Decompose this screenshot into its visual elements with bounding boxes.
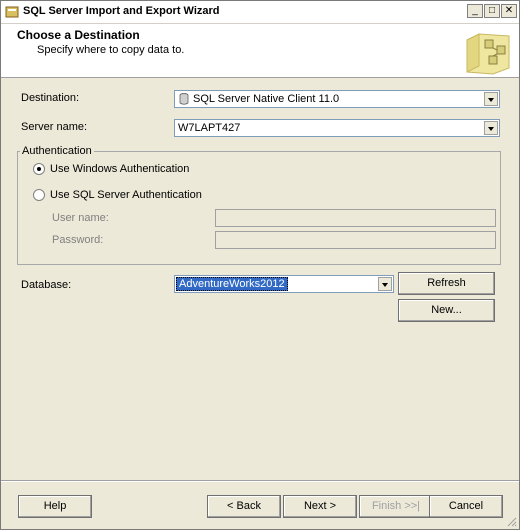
database-label: Database: — [21, 279, 72, 291]
close-button[interactable]: ✕ — [501, 4, 517, 18]
server-name-label: Server name: — [21, 121, 88, 133]
password-label: Password: — [52, 234, 104, 246]
window-title: SQL Server Import and Export Wizard — [23, 5, 220, 17]
new-database-button[interactable]: New... — [398, 299, 495, 322]
username-input — [215, 209, 496, 227]
database-icon — [179, 93, 189, 105]
database-value: AdventureWorks2012 — [176, 277, 288, 291]
wizard-folder-icon — [466, 33, 510, 75]
cancel-button[interactable]: Cancel — [429, 495, 503, 518]
wizard-footer: Help < Back Next > Finish >>| Cancel — [1, 482, 519, 529]
destination-dropdown-arrow-icon[interactable] — [484, 92, 498, 106]
content-area: Destination: SQL Server Native Client 11… — [1, 78, 519, 480]
title-bar[interactable]: SQL Server Import and Export Wizard _ □ … — [1, 1, 519, 24]
database-dropdown-arrow-icon[interactable] — [378, 277, 392, 291]
sql-auth-radio[interactable] — [33, 189, 45, 201]
help-button[interactable]: Help — [18, 495, 92, 518]
refresh-button[interactable]: Refresh — [398, 272, 495, 295]
destination-value: SQL Server Native Client 11.0 — [193, 93, 340, 105]
password-input — [215, 231, 496, 249]
resize-grip-icon[interactable] — [505, 515, 517, 527]
sql-auth-label[interactable]: Use SQL Server Authentication — [50, 189, 202, 201]
authentication-group-label: Authentication — [20, 145, 94, 157]
server-name-combo[interactable]: W7LAPT427 — [174, 119, 500, 137]
destination-label: Destination: — [21, 92, 80, 104]
wizard-header: Choose a Destination Specify where to co… — [1, 24, 519, 78]
page-title: Choose a Destination — [17, 28, 140, 42]
app-icon — [5, 6, 19, 18]
next-button[interactable]: Next > — [283, 495, 357, 518]
username-label: User name: — [52, 212, 109, 224]
finish-button[interactable]: Finish >>| — [359, 495, 433, 518]
server-dropdown-arrow-icon[interactable] — [484, 121, 498, 135]
windows-auth-label[interactable]: Use Windows Authentication — [50, 163, 189, 175]
page-subtitle: Specify where to copy data to. — [37, 44, 185, 56]
windows-auth-radio[interactable] — [33, 163, 45, 175]
database-combo[interactable]: AdventureWorks2012 — [174, 275, 394, 293]
minimize-button[interactable]: _ — [467, 4, 483, 18]
wizard-window: SQL Server Import and Export Wizard _ □ … — [0, 0, 520, 530]
server-name-value: W7LAPT427 — [178, 122, 241, 134]
destination-combo[interactable]: SQL Server Native Client 11.0 — [174, 90, 500, 108]
back-button[interactable]: < Back — [207, 495, 281, 518]
maximize-button[interactable]: □ — [484, 4, 500, 18]
